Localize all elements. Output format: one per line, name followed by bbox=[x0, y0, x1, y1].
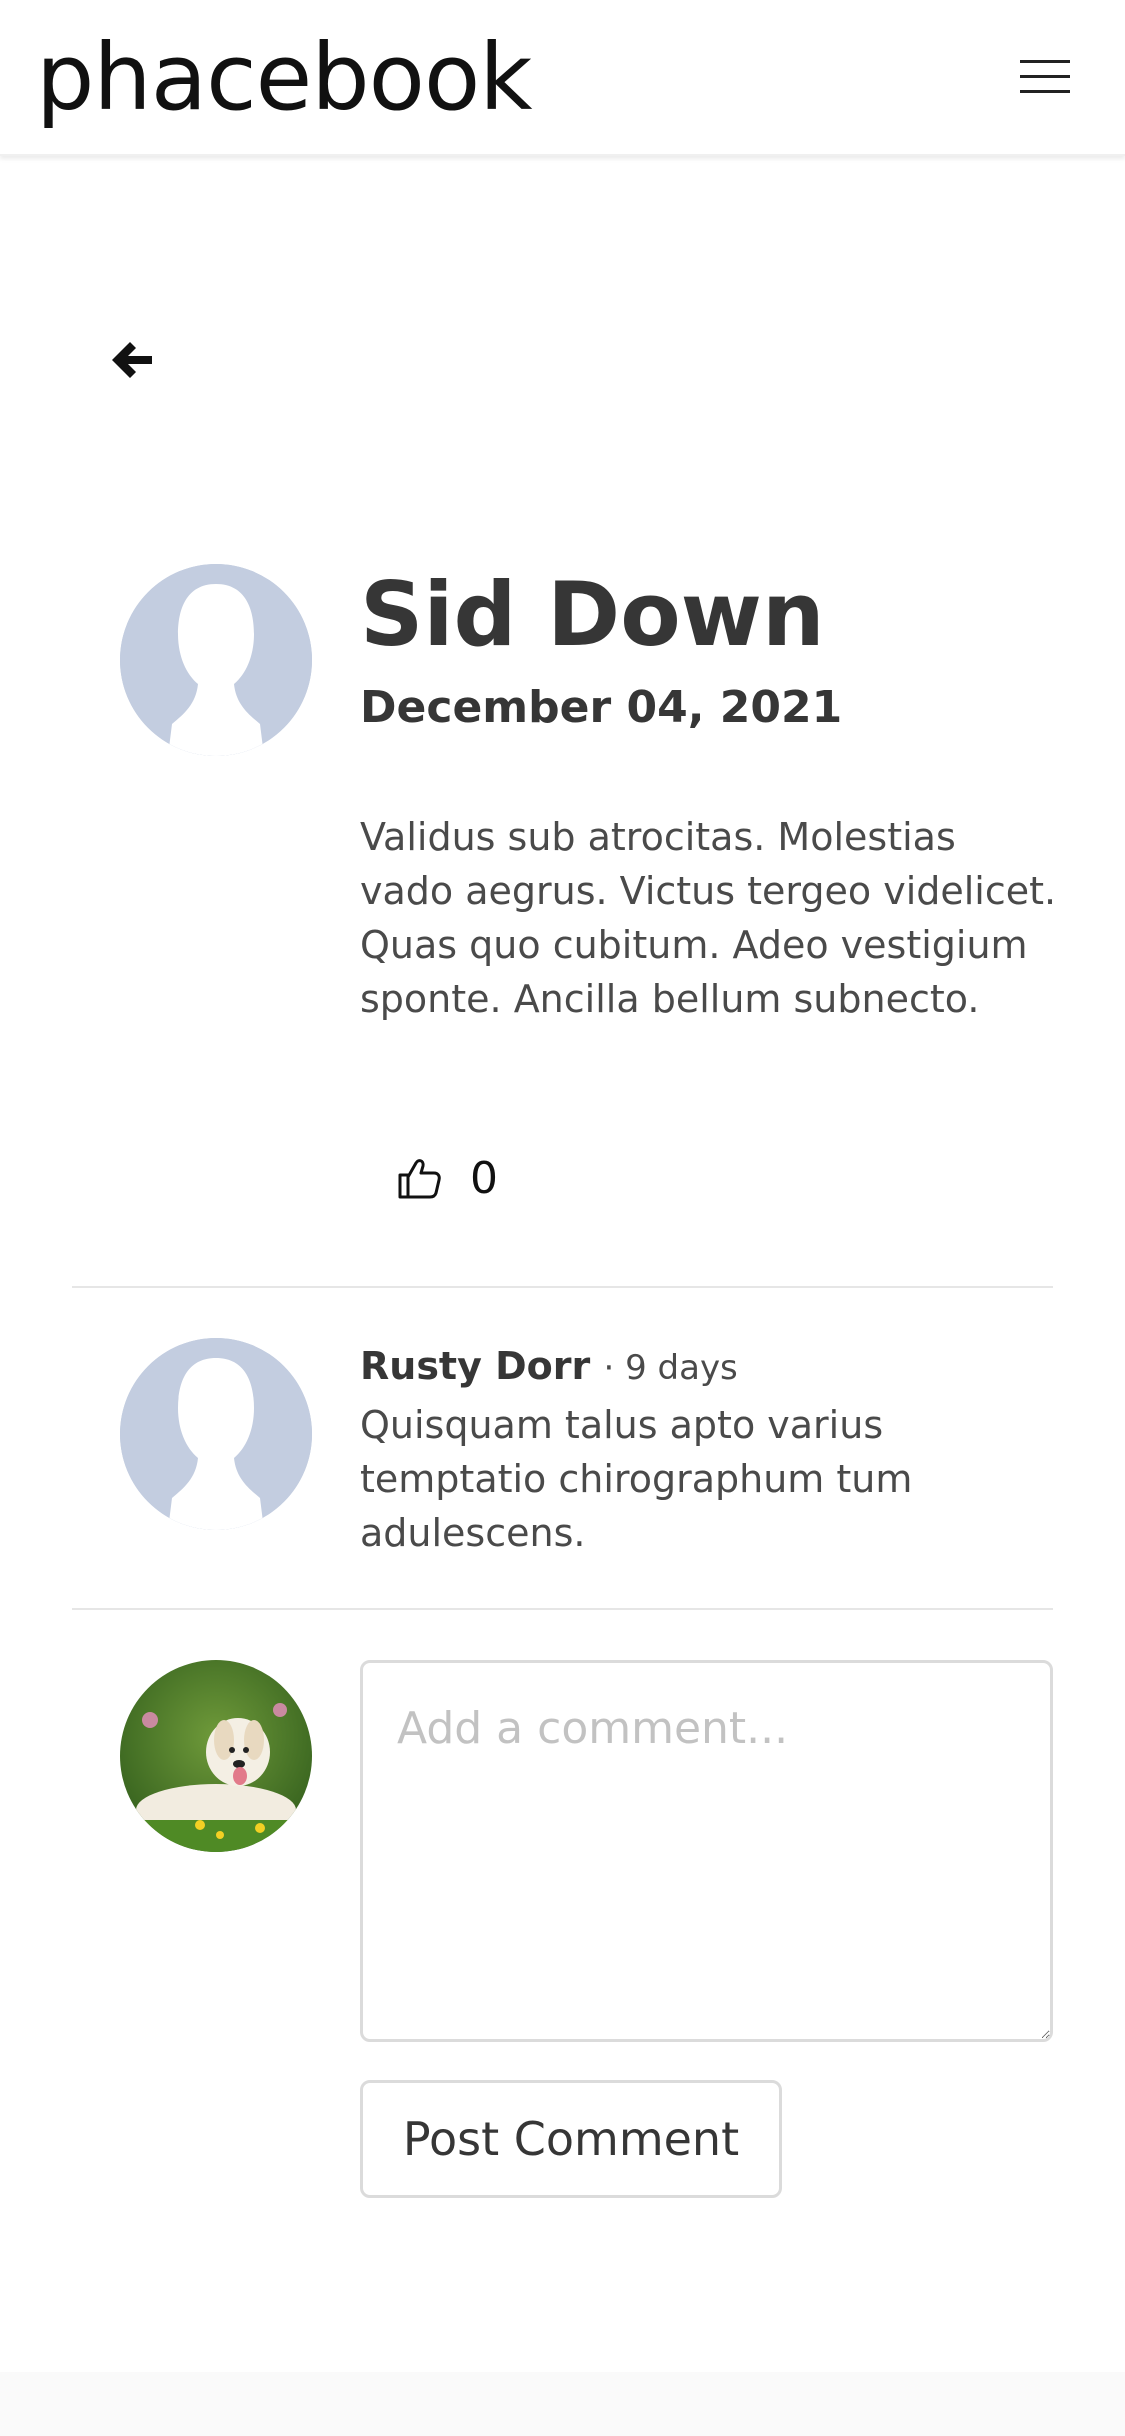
arrow-left-icon[interactable] bbox=[108, 336, 156, 384]
hamburger-menu-icon[interactable] bbox=[1020, 58, 1074, 96]
post-comment-button[interactable]: Post Comment bbox=[360, 2080, 782, 2198]
divider bbox=[72, 1286, 1053, 1288]
post-body: Validus sub atrocitas. Molestias vado ae… bbox=[360, 815, 1057, 1021]
navbar: phacebook bbox=[0, 0, 1125, 156]
comment-header: Rusty Dorr · 9 days bbox=[360, 1336, 738, 1398]
like-button[interactable]: 0 bbox=[396, 1148, 498, 1208]
post-date: December 04, 2021 bbox=[360, 682, 843, 733]
post-author-avatar bbox=[120, 564, 312, 756]
brand-logo[interactable]: phacebook bbox=[36, 18, 533, 138]
post-author-name[interactable]: Sid Down bbox=[360, 560, 825, 670]
thumbs-up-icon bbox=[398, 1159, 441, 1199]
comment-timestamp: · 9 days bbox=[603, 1348, 738, 1388]
comment-author-avatar bbox=[120, 1338, 312, 1530]
comment-author-name[interactable]: Rusty Dorr bbox=[360, 1344, 590, 1388]
comment-input[interactable] bbox=[360, 1660, 1053, 2042]
comment-body: Quisquam talus apto varius temptatio chi… bbox=[360, 1403, 913, 1555]
divider bbox=[72, 1608, 1053, 1610]
like-count: 0 bbox=[470, 1152, 498, 1204]
current-user-avatar bbox=[120, 1660, 312, 1852]
footer bbox=[0, 2372, 1125, 2436]
